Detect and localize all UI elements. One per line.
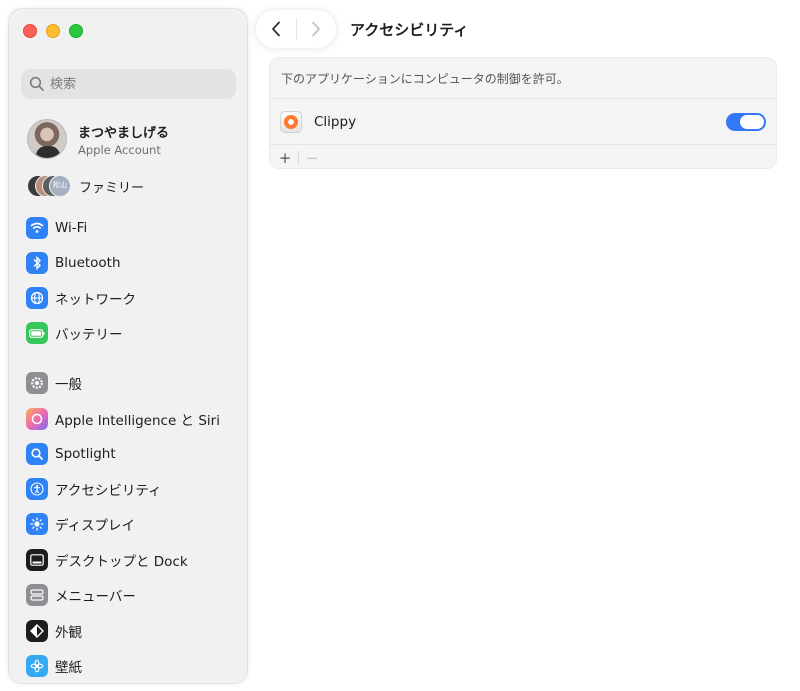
menubar-icon — [26, 584, 48, 606]
remove-app-button[interactable]: − — [303, 149, 321, 167]
sidebar-item-accessibility[interactable]: アクセシビリティ — [26, 475, 241, 503]
sidebar-item-label: メニューバー — [55, 589, 136, 605]
sidebar-item-wallpaper[interactable]: 壁紙 — [26, 652, 241, 680]
back-button[interactable] — [256, 10, 296, 48]
sidebar-item-spotlight[interactable]: Spotlight — [26, 440, 241, 468]
zoom-window-button[interactable] — [69, 24, 83, 38]
bluetooth-icon — [26, 252, 48, 274]
chevron-left-icon — [271, 21, 280, 37]
sidebar-item-apple-intelligence-siri[interactable]: Apple Intelligence と Siri — [26, 405, 241, 433]
sidebar-item-wifi[interactable]: Wi-Fi — [26, 214, 241, 242]
appearance-icon — [26, 620, 48, 642]
family-item[interactable]: 松山 ファミリー — [27, 173, 242, 199]
close-window-button[interactable] — [23, 24, 37, 38]
sidebar-item-bluetooth[interactable]: Bluetooth — [26, 249, 241, 277]
sidebar-item-menubar[interactable]: メニューバー — [26, 581, 241, 609]
wifi-icon — [26, 217, 48, 239]
sidebar-item-label: Bluetooth — [55, 255, 121, 271]
chevron-right-icon — [312, 21, 321, 37]
footer-divider — [298, 150, 299, 165]
forward-button[interactable] — [296, 10, 336, 48]
sidebar-item-network[interactable]: ネットワーク — [26, 284, 241, 312]
add-app-button[interactable]: + — [276, 149, 294, 167]
apple-intelligence-icon — [26, 408, 48, 430]
dock-icon — [26, 549, 48, 571]
sidebar-item-label: Wi-Fi — [55, 220, 88, 236]
search-field[interactable] — [21, 69, 236, 99]
sidebar-item-label: バッテリー — [55, 327, 123, 343]
sidebar-item-general[interactable]: 一般 — [26, 369, 241, 397]
sidebar-item-label: ディスプレイ — [55, 518, 136, 534]
sidebar-item-label: 壁紙 — [55, 660, 82, 676]
minimize-window-button[interactable] — [46, 24, 60, 38]
account-subtitle: Apple Account — [78, 142, 161, 157]
sidebar-item-label: デスクトップと Dock — [55, 554, 188, 570]
sun-icon — [26, 513, 48, 535]
family-avatars: 松山 — [27, 174, 71, 198]
family-label: ファミリー — [79, 180, 145, 196]
accessibility-icon — [26, 478, 48, 500]
search-input[interactable] — [50, 76, 220, 92]
page-title: アクセシビリティ — [350, 21, 469, 39]
sidebar-item-display[interactable]: ディスプレイ — [26, 510, 241, 538]
sidebar-item-appearance[interactable]: 外観 — [26, 617, 241, 645]
clippy-app-icon — [280, 110, 302, 133]
sidebar-item-label: 外観 — [55, 625, 82, 641]
sidebar: まつやましげる Apple Account 松山 ファミリー Wi-Fi — [8, 8, 248, 684]
app-permission-panel: 下のアプリケーションにコンピュータの制御を許可。 Clippy + − — [269, 57, 777, 169]
sidebar-item-battery[interactable]: バッテリー — [26, 319, 241, 347]
sidebar-item-label: Spotlight — [55, 446, 116, 462]
wallpaper-icon — [26, 655, 48, 677]
sidebar-item-label: Apple Intelligence と Siri — [55, 413, 220, 429]
panel-description: 下のアプリケーションにコンピュータの制御を許可。 — [281, 72, 569, 86]
list-item[interactable]: Clippy — [270, 99, 776, 144]
sidebar-item-desktop-dock[interactable]: デスクトップと Dock — [26, 546, 241, 574]
sidebar-item-label: アクセシビリティ — [55, 483, 162, 499]
settings-window: まつやましげる Apple Account 松山 ファミリー Wi-Fi — [0, 0, 800, 691]
search-icon — [29, 76, 44, 91]
app-permission-toggle[interactable] — [726, 113, 766, 131]
avatar — [27, 119, 67, 159]
window-controls — [23, 24, 83, 38]
sidebar-item-label: ネットワーク — [55, 292, 136, 308]
magnifier-icon — [26, 443, 48, 465]
navigation-buttons — [256, 10, 336, 48]
gear-icon — [26, 372, 48, 394]
list-footer: + − — [270, 145, 776, 168]
apple-account-item[interactable]: まつやましげる Apple Account — [27, 114, 242, 164]
app-name: Clippy — [314, 113, 357, 130]
family-avatar-badge: 松山 — [49, 175, 71, 197]
sidebar-item-label: 一般 — [55, 377, 82, 393]
account-name: まつやましげる — [78, 125, 170, 141]
globe-icon — [26, 287, 48, 309]
battery-icon — [26, 322, 48, 344]
